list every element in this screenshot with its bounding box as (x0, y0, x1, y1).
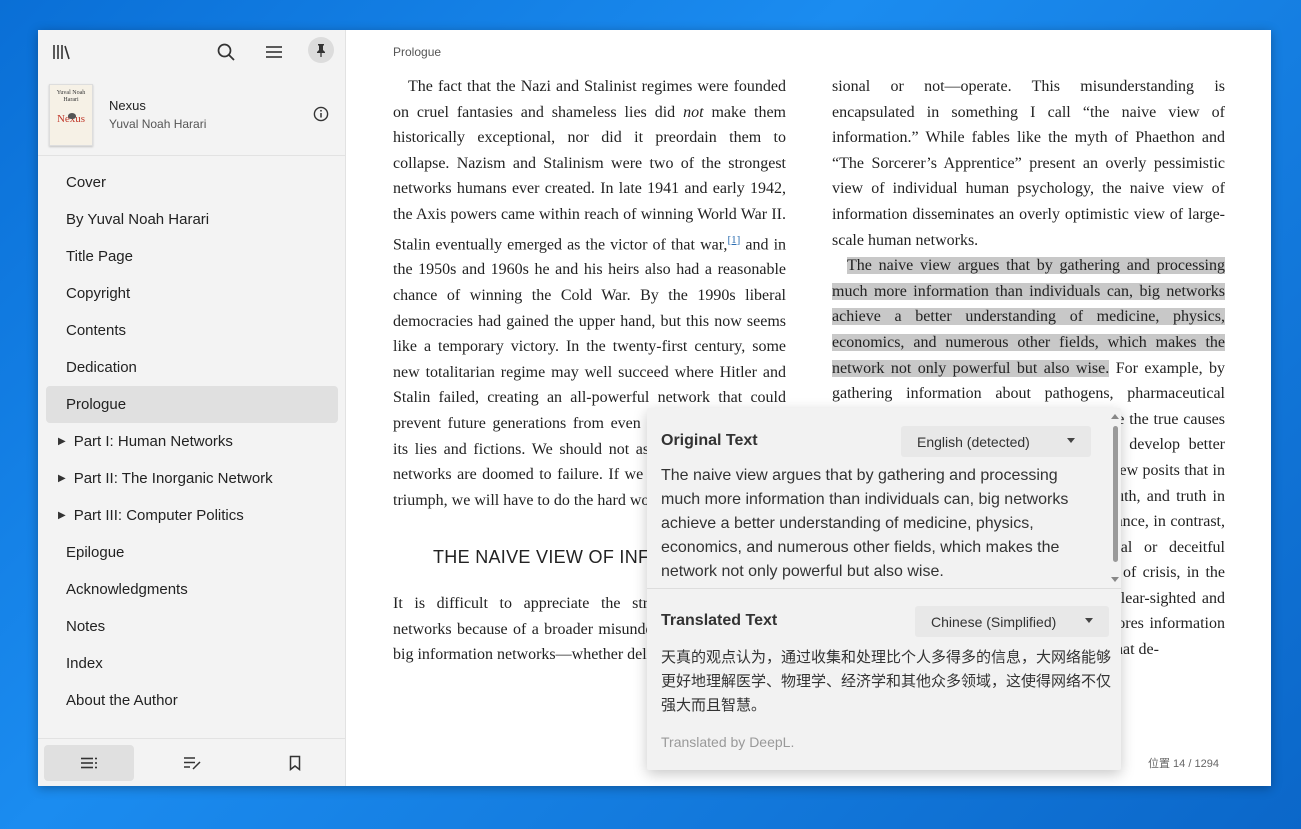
emphasis-text: not (683, 103, 704, 121)
toc-item-part-3[interactable]: ▶ Part III: Computer Politics (46, 497, 338, 534)
toc-item-prologue[interactable]: Prologue (46, 386, 338, 423)
toc-item-part-1[interactable]: ▶ Part I: Human Networks (46, 423, 338, 460)
toc-item-dedication[interactable]: Dedication (46, 349, 338, 386)
location-indicator: 位置 14 / 1294 (1148, 758, 1219, 770)
toc-item-label: Epilogue (66, 544, 125, 561)
original-text-heading: Original Text (661, 432, 758, 449)
toc-item-title-page[interactable]: Title Page (46, 238, 338, 275)
annotations-icon[interactable] (147, 745, 237, 781)
scrollbar-thumb[interactable] (1113, 426, 1118, 562)
sidebar-toolbar (38, 30, 346, 74)
toc-item-label: Title Page (66, 248, 133, 265)
cover-bird-icon (68, 113, 76, 119)
toc-item-label: Cover (66, 174, 107, 191)
footnote-link[interactable]: [1] (727, 234, 740, 246)
toc-item-label: Index (66, 655, 103, 672)
translated-text-heading: Translated Text (661, 612, 778, 629)
toc-item-label: About the Author (66, 692, 178, 709)
toc-item-acknowledgments[interactable]: Acknowledgments (46, 571, 338, 608)
toc-item-cover[interactable]: Cover (46, 164, 338, 201)
expand-arrow-icon[interactable]: ▶ (58, 510, 66, 521)
book-header: Yuval Noah Harari Nexus Nexus Yuval Noah… (38, 74, 346, 156)
info-icon[interactable] (306, 99, 336, 129)
toc-item-label: Notes (66, 618, 106, 635)
toc-item-notes[interactable]: Notes (46, 608, 338, 645)
toc-item-part-2[interactable]: ▶ Part II: The Inorganic Network (46, 460, 338, 497)
cover-author: Yuval Noah Harari (56, 90, 86, 103)
scrollbar[interactable] (1109, 412, 1121, 584)
menu-icon[interactable] (259, 37, 289, 67)
target-language-value: Chinese (Simplified) (931, 613, 1057, 630)
pin-icon[interactable] (308, 37, 334, 63)
toc-item-label: Dedication (66, 359, 137, 376)
toc-item-label: By Yuval Noah Harari (66, 211, 210, 228)
toc-item-copyright[interactable]: Copyright (46, 275, 338, 312)
scroll-down-icon[interactable] (1111, 577, 1119, 582)
reader-window: Yuval Noah Harari Nexus Nexus Yuval Noah… (38, 30, 1271, 786)
divider (647, 588, 1121, 589)
toc-item-label: Prologue (66, 396, 127, 413)
source-language-value: English (detected) (917, 433, 1030, 450)
toc-item-label: Part II: The Inorganic Network (73, 470, 273, 487)
translation-popup: Original Text English (detected) The nai… (647, 408, 1121, 770)
paragraph[interactable]: sional or not—operate. This misunderstan… (832, 74, 1225, 253)
book-cover[interactable]: Yuval Noah Harari Nexus (49, 84, 93, 146)
toc-icon[interactable] (44, 745, 134, 781)
chapter-title: Prologue (393, 45, 442, 59)
scroll-up-icon[interactable] (1111, 414, 1119, 419)
book-author: Yuval Noah Harari (109, 117, 207, 131)
sidebar-tabs (38, 738, 346, 786)
toc-item-label: Part I: Human Networks (73, 433, 233, 450)
toc-item-about-author[interactable]: About the Author (46, 682, 338, 719)
book-title: Nexus (109, 98, 146, 113)
sidebar: Yuval Noah Harari Nexus Nexus Yuval Noah… (38, 30, 346, 786)
table-of-contents: Cover By Yuval Noah Harari Title Page Co… (46, 164, 338, 719)
original-text[interactable]: The naive view argues that by gathering … (661, 464, 1097, 584)
expand-arrow-icon[interactable]: ▶ (58, 436, 66, 447)
search-icon[interactable] (211, 37, 241, 67)
toc-item-label: Acknowledgments (66, 581, 188, 598)
toc-item-label: Copyright (66, 285, 131, 302)
toc-item-label: Part III: Computer Politics (73, 507, 244, 524)
toc-item-contents[interactable]: Contents (46, 312, 338, 349)
text-run: make them historically exceptional, nor … (393, 103, 787, 253)
toc-item-epilogue[interactable]: Epilogue (46, 534, 338, 571)
toc-item-index[interactable]: Index (46, 645, 338, 682)
expand-arrow-icon[interactable]: ▶ (58, 473, 66, 484)
source-language-select[interactable]: English (detected) (901, 426, 1091, 457)
bookmark-icon[interactable] (250, 745, 340, 781)
chevron-down-icon (1067, 438, 1075, 443)
chevron-down-icon (1085, 618, 1093, 623)
translated-text[interactable]: 天真的观点认为，通过收集和处理比个人多得多的信息，大网络能够更好地理解医学、物理… (661, 646, 1113, 718)
target-language-select[interactable]: Chinese (Simplified) (915, 606, 1109, 637)
translation-credit: Translated by DeepL. (661, 734, 795, 750)
toc-item-by-author[interactable]: By Yuval Noah Harari (46, 201, 338, 238)
toc-item-label: Contents (66, 322, 127, 339)
library-icon[interactable] (46, 37, 76, 67)
